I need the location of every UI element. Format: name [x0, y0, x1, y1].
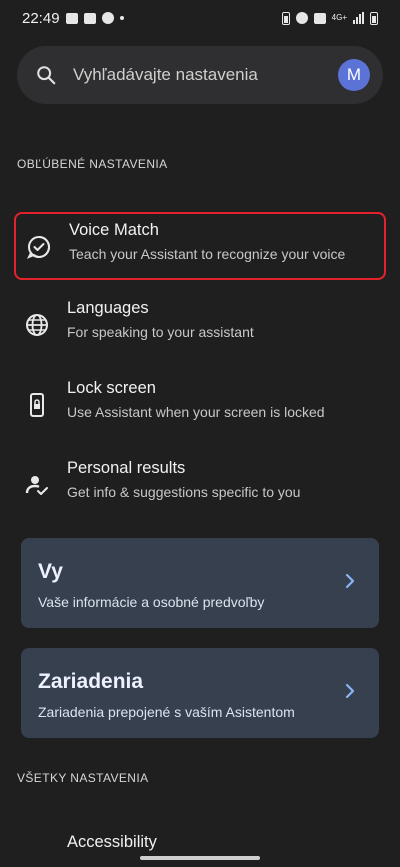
alarm-icon — [295, 12, 308, 24]
chevron-right-icon — [345, 573, 355, 589]
status-bar: 22:49 4G+ — [0, 0, 400, 36]
setting-languages[interactable]: Languages For speaking to your assistant — [14, 292, 386, 360]
search-placeholder[interactable]: Vyhľadávajte nastavenia — [73, 65, 338, 85]
search-icon — [37, 66, 56, 85]
more-notifications-dot-icon — [119, 16, 124, 20]
chevron-right-icon — [345, 683, 355, 699]
gallery-notification-icon — [65, 12, 78, 24]
setting-accessibility[interactable]: Accessibility — [67, 833, 157, 852]
setting-voice-match[interactable]: Voice Match Teach your Assistant to reco… — [14, 212, 386, 280]
all-settings-section-title: VŠETKY NASTAVENIA — [17, 771, 149, 785]
card-devices[interactable]: Zariadenia Zariadenia prepojené s vaším … — [21, 648, 379, 738]
gesture-navigation-bar[interactable] — [140, 856, 260, 860]
search-bar[interactable]: Vyhľadávajte nastavenia M — [17, 46, 383, 104]
setting-subtitle: Get info & suggestions specific to you — [67, 484, 301, 500]
person-check-icon — [25, 476, 48, 495]
card-title: Vy — [38, 560, 63, 583]
battery-saver-icon — [281, 11, 290, 25]
signal-strength-icon — [353, 12, 364, 24]
setting-personal-results[interactable]: Personal results Get info & suggestions … — [14, 452, 386, 520]
card-title: Zariadenia — [38, 670, 144, 693]
card-subtitle: Zariadenia prepojené s vaším Asistentom — [38, 704, 295, 720]
setting-title: Personal results — [67, 459, 186, 477]
clock: 22:49 — [22, 9, 60, 27]
cloud-notification-icon — [101, 12, 114, 24]
favorites-section-title: OBĽÚBENÉ NASTAVENIA — [17, 157, 168, 171]
voice-match-icon — [26, 236, 50, 259]
card-you[interactable]: Vy Vaše informácie a osobné predvoľby — [21, 538, 379, 628]
lock-screen-phone-icon — [30, 393, 44, 417]
setting-title: Languages — [67, 299, 149, 317]
setting-subtitle: Teach your Assistant to recognize your v… — [69, 246, 346, 262]
card-subtitle: Vaše informácie a osobné predvoľby — [38, 594, 265, 610]
mute-icon — [313, 12, 326, 24]
globe-icon — [26, 314, 48, 336]
setting-title: Voice Match — [69, 221, 159, 239]
setting-subtitle: Use Assistant when your screen is locked — [67, 404, 325, 420]
gmail-notification-icon — [83, 12, 96, 24]
battery-icon — [370, 11, 378, 25]
setting-lock-screen[interactable]: Lock screen Use Assistant when your scre… — [14, 372, 386, 440]
network-type: 4G+ — [331, 13, 347, 22]
setting-title: Lock screen — [67, 379, 156, 397]
avatar[interactable]: M — [338, 59, 370, 91]
setting-subtitle: For speaking to your assistant — [67, 324, 254, 340]
